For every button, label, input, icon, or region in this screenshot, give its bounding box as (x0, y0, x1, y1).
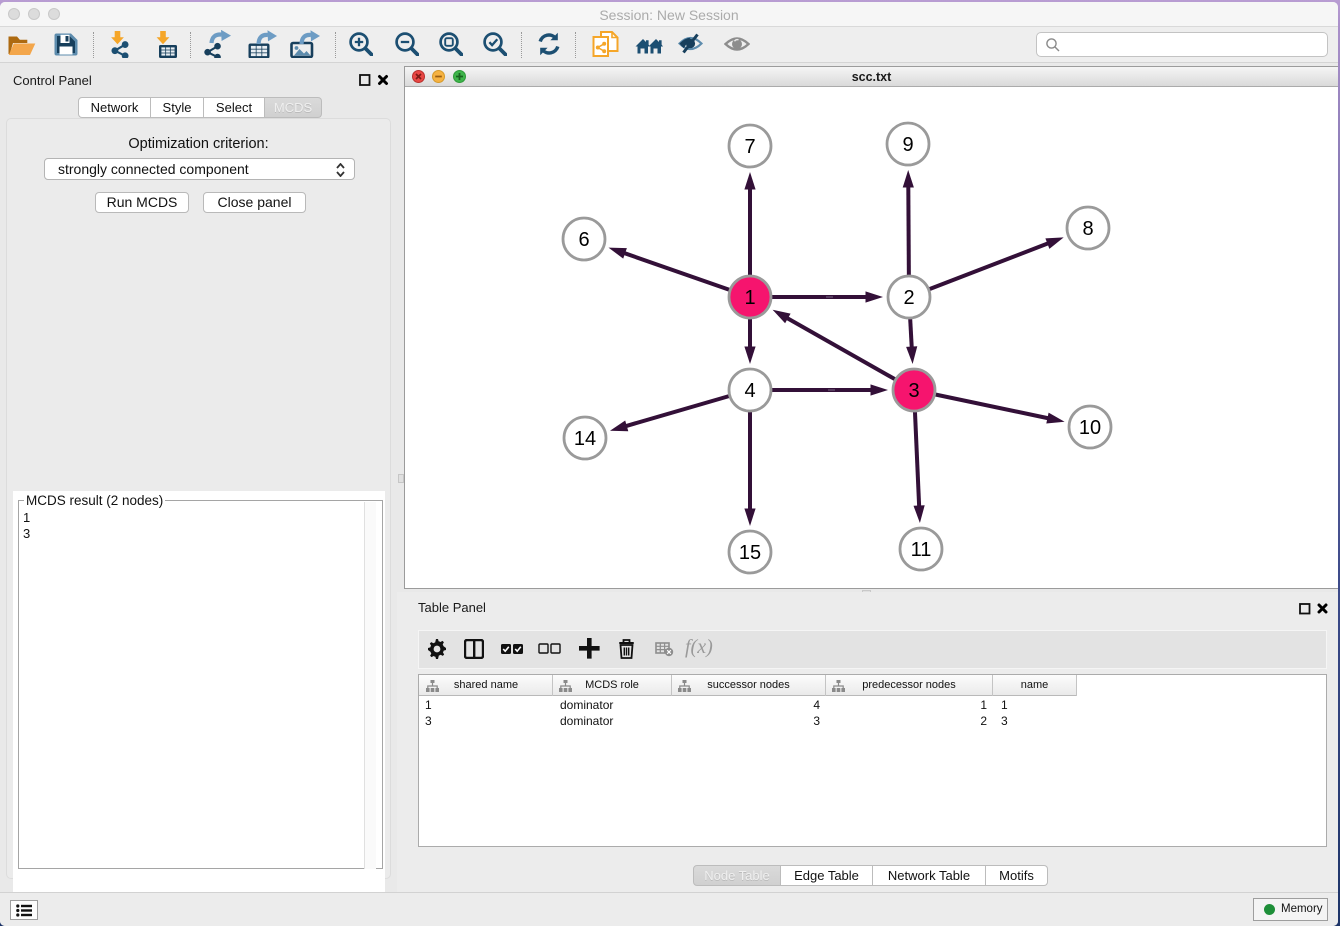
svg-text:15: 15 (739, 542, 761, 564)
svg-text:14: 14 (574, 428, 596, 450)
svg-text:10: 10 (1079, 417, 1101, 439)
svg-text:2: 2 (903, 287, 914, 309)
svg-text:6: 6 (578, 229, 589, 251)
svg-text:7: 7 (744, 136, 755, 158)
svg-text:4: 4 (744, 380, 755, 402)
svg-text:8: 8 (1082, 218, 1093, 240)
svg-text:9: 9 (902, 134, 913, 156)
svg-text:11: 11 (911, 539, 932, 561)
svg-text:f(x): f(x) (685, 637, 713, 658)
svg-text:3: 3 (908, 380, 919, 402)
svg-text:1: 1 (744, 287, 755, 309)
